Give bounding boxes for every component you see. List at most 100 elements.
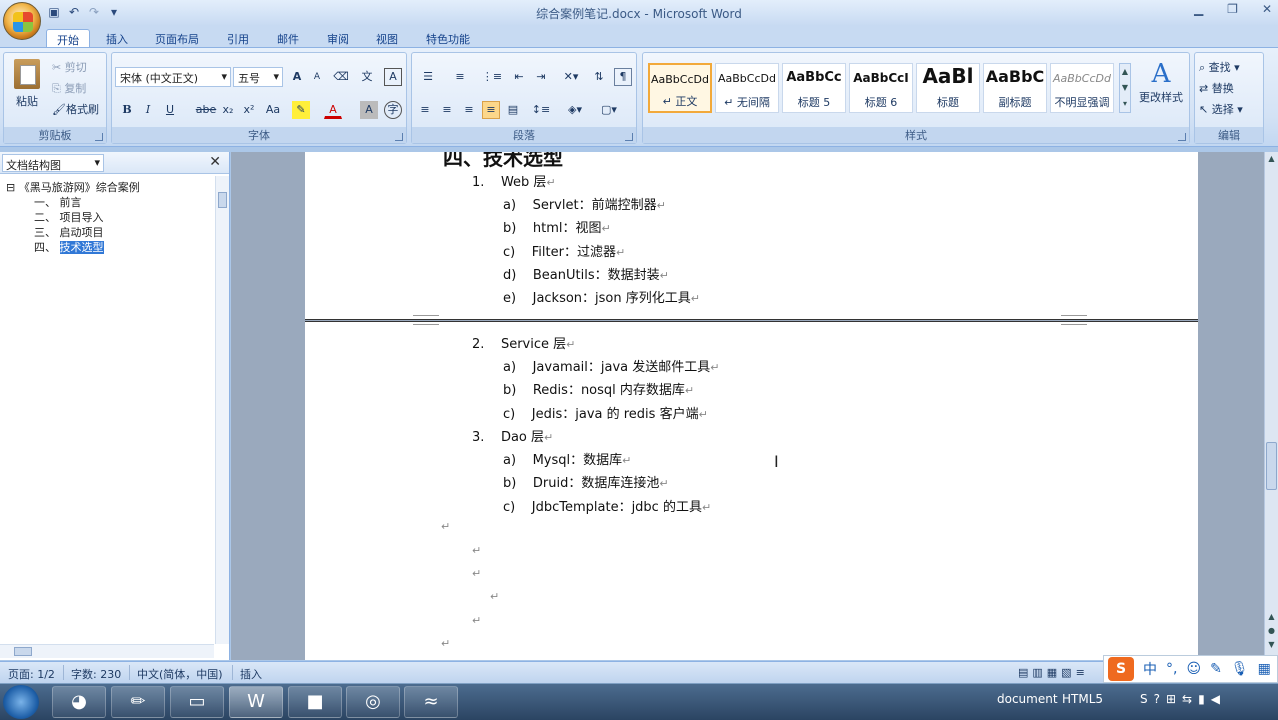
language-status[interactable]: 中文(简体，中国) xyxy=(137,666,223,682)
cut-button[interactable]: ✂ 剪切 xyxy=(52,59,87,75)
chinese-layout-icon[interactable]: ✕▾ xyxy=(558,68,584,86)
close-icon[interactable]: ✕ xyxy=(209,154,221,170)
subscript-button[interactable]: x₂ xyxy=(219,101,237,119)
clipboard-dialog-launcher[interactable] xyxy=(95,133,103,141)
style-heading-5[interactable]: AaBbCc 标题 5 xyxy=(782,63,846,113)
sogou-logo-icon[interactable]: S xyxy=(1108,657,1134,681)
word-icon[interactable]: W xyxy=(229,686,283,718)
underline-button[interactable]: U xyxy=(161,101,179,119)
shading-icon[interactable]: ◈▾ xyxy=(560,101,590,119)
justify-icon[interactable]: ≡ xyxy=(482,101,500,119)
enclose-characters-button[interactable]: 字 xyxy=(384,101,402,119)
font-color-button[interactable]: A xyxy=(324,101,342,119)
style-normal[interactable]: AaBbCcDd ↵ 正文 xyxy=(648,63,712,113)
close-button[interactable]: ✕ xyxy=(1262,2,1272,16)
superscript-button[interactable]: x² xyxy=(240,101,258,119)
previous-page-icon[interactable]: ▲ xyxy=(1266,612,1277,624)
styles-gallery-scroll[interactable]: ▲ ▼ ▾ xyxy=(1119,63,1131,113)
bullets-icon[interactable]: ☰ xyxy=(416,68,440,86)
punctuation-toggle[interactable]: °, xyxy=(1166,661,1177,677)
tree-root-item[interactable]: ⊟ 《黑马旅游网》综合案例 xyxy=(6,180,140,195)
word-count-status[interactable]: 字数: 230 xyxy=(71,666,121,682)
show-marks-icon[interactable]: ¶ xyxy=(614,68,632,86)
tab-insert[interactable]: 插入 xyxy=(96,29,138,48)
phonetic-guide-icon[interactable]: 文 xyxy=(358,68,376,86)
nav-view-select[interactable]: 文档结构图 ▾ xyxy=(2,154,104,172)
intellij-icon[interactable]: ■ xyxy=(288,686,342,718)
explorer-icon[interactable]: ▭ xyxy=(170,686,224,718)
tab-page-layout[interactable]: 页面布局 xyxy=(145,29,209,48)
select-browse-object-icon[interactable]: ● xyxy=(1266,626,1277,638)
document-canvas[interactable]: 四、技术选型 1. Web 层↵ a) Servlet：前端控制器↵ b) ht… xyxy=(231,152,1264,660)
paint-icon[interactable]: ◕ xyxy=(52,686,106,718)
align-left-icon[interactable]: ≡ xyxy=(416,101,434,119)
tray-icons[interactable]: S?⊞⇆▮◀ xyxy=(1140,692,1226,706)
next-page-icon[interactable]: ▼ xyxy=(1266,640,1277,652)
tray-html5-label[interactable]: HTML5 xyxy=(1062,692,1103,706)
collapse-icon[interactable]: ⊟ xyxy=(6,181,15,194)
copy-button[interactable]: ⎘ 复制 xyxy=(52,80,86,96)
replace-button[interactable]: ⇄ 替换 xyxy=(1199,80,1234,96)
borders-icon[interactable]: ▢▾ xyxy=(594,101,624,119)
start-button[interactable] xyxy=(3,685,39,719)
tab-home[interactable]: 开始 xyxy=(46,29,90,48)
pencil-app-icon[interactable]: ✏ xyxy=(111,686,165,718)
scroll-thumb[interactable] xyxy=(14,647,32,656)
style-subtitle[interactable]: AaBbC 副标题 xyxy=(983,63,1047,113)
pen-icon[interactable]: ✎ xyxy=(1210,661,1222,677)
tree-item[interactable]: 三、 启动项目 xyxy=(6,225,140,240)
highlight-icon[interactable]: ✎ xyxy=(292,101,310,119)
smiley-icon[interactable]: ☺ xyxy=(1186,661,1201,677)
align-center-icon[interactable]: ≡ xyxy=(438,101,456,119)
nav-horizontal-scrollbar[interactable] xyxy=(0,644,214,658)
tab-view[interactable]: 视图 xyxy=(366,29,408,48)
scroll-up-icon[interactable]: ▲ xyxy=(1266,154,1277,166)
tree-item[interactable]: 四、 技术选型 xyxy=(6,240,140,255)
italic-button[interactable]: I xyxy=(139,101,157,119)
tab-references[interactable]: 引用 xyxy=(217,29,259,48)
insert-mode-status[interactable]: 插入 xyxy=(240,666,262,682)
sort-icon[interactable]: ⇅ xyxy=(590,68,608,86)
decrease-indent-icon[interactable]: ⇤ xyxy=(510,68,528,86)
tray-document-label[interactable]: document xyxy=(997,692,1058,706)
tab-special-features[interactable]: 特色功能 xyxy=(416,29,480,48)
font-size-select[interactable]: 五号 ▾ xyxy=(233,67,283,87)
shrink-font-button[interactable]: A xyxy=(308,68,326,86)
clear-format-icon[interactable]: ⌫ xyxy=(332,68,350,86)
format-painter-button[interactable]: 🖌格式刷 xyxy=(52,101,99,117)
distributed-icon[interactable]: ▤ xyxy=(504,101,522,119)
ime-mode-toggle[interactable]: 中 xyxy=(1143,659,1157,679)
chrome-icon[interactable]: ◎ xyxy=(346,686,400,718)
document-page[interactable]: 四、技术选型 1. Web 层↵ a) Servlet：前端控制器↵ b) ht… xyxy=(305,152,1198,325)
nav-vertical-scrollbar[interactable] xyxy=(215,176,229,644)
style-subtle-emphasis[interactable]: AaBbCcDd 不明显强调 xyxy=(1050,63,1114,113)
character-shading-button[interactable]: A xyxy=(360,101,378,119)
view-buttons[interactable]: ▤▥▦▧≡ xyxy=(1018,666,1089,679)
style-title[interactable]: AaBl 标题 xyxy=(916,63,980,113)
select-button[interactable]: ↖ 选择 ▾ xyxy=(1199,101,1243,117)
change-case-button[interactable]: Aa xyxy=(262,101,284,119)
scroll-thumb[interactable] xyxy=(218,192,227,208)
scroll-thumb[interactable] xyxy=(1266,442,1277,490)
find-button[interactable]: ⌕ 查找 ▾ xyxy=(1199,59,1240,75)
tab-review[interactable]: 审阅 xyxy=(317,29,359,48)
minimize-button[interactable]: ▁ xyxy=(1194,2,1203,16)
tab-mailings[interactable]: 邮件 xyxy=(267,29,309,48)
numbering-icon[interactable]: ≡ xyxy=(448,68,472,86)
font-name-select[interactable]: 宋体 (中文正文) ▾ xyxy=(115,67,231,87)
tree-item[interactable]: 一、 前言 xyxy=(6,195,140,210)
style-no-spacing[interactable]: AaBbCcDd ↵ 无间隔 xyxy=(715,63,779,113)
align-right-icon[interactable]: ≡ xyxy=(460,101,478,119)
paste-button[interactable]: 粘贴 xyxy=(10,59,44,109)
style-heading-6[interactable]: AaBbCcI 标题 6 xyxy=(849,63,913,113)
character-border-icon[interactable]: A xyxy=(384,68,402,86)
restore-button[interactable]: ❐ xyxy=(1227,2,1238,16)
document-page[interactable]: 2. Service 层↵ a) Javamail：java 发送邮件工具↵ b… xyxy=(305,315,1198,660)
grow-font-button[interactable]: A xyxy=(288,68,306,86)
increase-indent-icon[interactable]: ⇥ xyxy=(532,68,550,86)
styles-dialog-launcher[interactable] xyxy=(1178,133,1186,141)
multilevel-list-icon[interactable]: ⋮≡ xyxy=(480,68,504,86)
tree-item[interactable]: 二、 项目导入 xyxy=(6,210,140,225)
grid-icon[interactable]: ▦ xyxy=(1258,661,1271,677)
paragraph-dialog-launcher[interactable] xyxy=(625,133,633,141)
